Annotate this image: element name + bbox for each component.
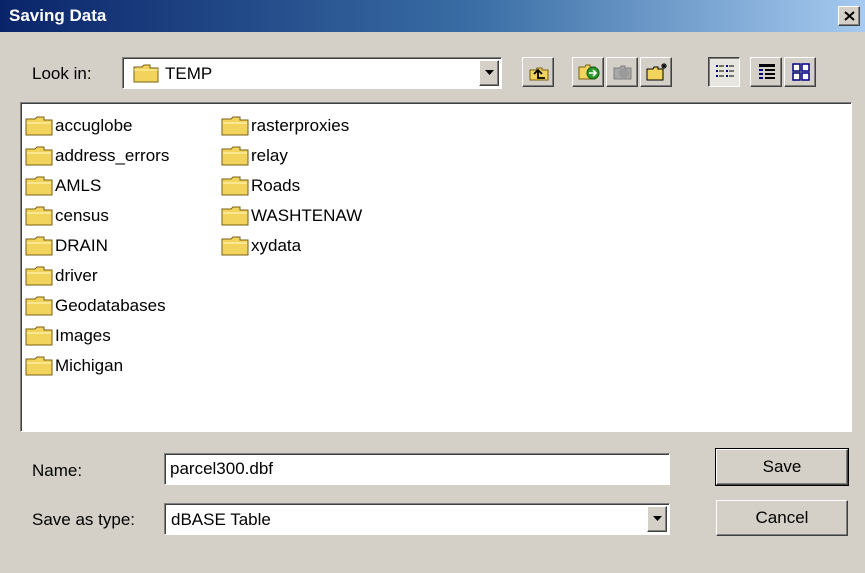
folder-item[interactable]: DRAIN bbox=[25, 231, 169, 261]
folder-item[interactable]: WASHTENAW bbox=[221, 201, 362, 231]
folder-item[interactable]: address_errors bbox=[25, 141, 169, 171]
folder-name: accuglobe bbox=[55, 116, 133, 135]
folder-icon bbox=[221, 176, 249, 196]
folder-name: rasterproxies bbox=[251, 116, 350, 135]
connect-to-folder-icon bbox=[578, 64, 600, 80]
folder-item[interactable]: xydata bbox=[221, 231, 362, 261]
folder-name: Michigan bbox=[55, 356, 124, 375]
folder-icon bbox=[25, 236, 53, 256]
disconnect-folder-button[interactable] bbox=[606, 57, 638, 87]
folder-icon bbox=[25, 356, 53, 376]
folder-name: driver bbox=[55, 266, 98, 285]
list-view-button[interactable] bbox=[708, 57, 740, 87]
look-in-value: TEMP bbox=[165, 64, 213, 83]
connect-to-folder-button[interactable] bbox=[572, 57, 604, 87]
folder-icon bbox=[221, 116, 249, 136]
folder-item[interactable]: accuglobe bbox=[25, 111, 169, 141]
folder-item[interactable]: relay bbox=[221, 141, 362, 171]
details-view-icon bbox=[759, 64, 775, 79]
disconnect-folder-icon bbox=[613, 65, 632, 80]
name-input[interactable] bbox=[168, 457, 666, 481]
folder-item[interactable]: Roads bbox=[221, 171, 362, 201]
folder-name: DRAIN bbox=[55, 236, 108, 255]
folder-icon bbox=[133, 64, 159, 83]
folder-name: address_errors bbox=[55, 146, 170, 165]
details-view-button[interactable] bbox=[750, 57, 782, 87]
look-in-dropdown[interactable]: TEMP bbox=[122, 57, 502, 89]
folder-icon bbox=[221, 146, 249, 166]
chevron-down-icon bbox=[653, 516, 662, 521]
folder-icon bbox=[25, 176, 53, 196]
thumbnails-view-icon bbox=[792, 63, 810, 81]
folder-icon bbox=[25, 296, 53, 316]
folder-item[interactable]: rasterproxies bbox=[221, 111, 362, 141]
folder-name: WASHTENAW bbox=[251, 206, 363, 225]
folder-icon bbox=[25, 146, 53, 166]
folder-name: Geodatabases bbox=[55, 296, 166, 315]
folder-icon bbox=[25, 266, 53, 286]
folder-icon bbox=[25, 326, 53, 346]
folder-icon bbox=[25, 116, 53, 136]
save-as-type-dropdown-button[interactable] bbox=[647, 506, 667, 532]
up-one-level-button[interactable] bbox=[522, 57, 554, 87]
list-view-icon bbox=[716, 65, 734, 77]
folder-icon bbox=[221, 206, 249, 226]
file-list-column-2: rasterproxies relay Roads WASHTENAW xydata bbox=[221, 111, 362, 261]
title-bar[interactable]: Saving Data bbox=[0, 0, 865, 32]
save-as-type-dropdown[interactable]: dBASE Table bbox=[164, 503, 670, 535]
file-list[interactable]: accuglobe address_errors AMLS census DRAIN dr… bbox=[20, 102, 852, 432]
window-title: Saving Data bbox=[9, 6, 107, 25]
folder-name: AMLS bbox=[55, 176, 102, 195]
save-as-type-value: dBASE Table bbox=[171, 510, 271, 529]
folder-name: census bbox=[55, 206, 109, 225]
close-button[interactable] bbox=[838, 6, 860, 26]
folder-icon bbox=[25, 206, 53, 226]
folder-name: Roads bbox=[251, 176, 301, 195]
folder-item[interactable]: AMLS bbox=[25, 171, 169, 201]
new-folder-button[interactable] bbox=[640, 57, 672, 87]
folder-item[interactable]: Michigan bbox=[25, 351, 169, 381]
cancel-button[interactable]: Cancel bbox=[716, 500, 848, 536]
look-in-dropdown-button[interactable] bbox=[479, 60, 499, 86]
save-as-type-label: Save as type: bbox=[32, 510, 136, 529]
look-in-label: Look in: bbox=[32, 64, 92, 83]
folder-item[interactable]: driver bbox=[25, 261, 169, 291]
name-field[interactable] bbox=[164, 453, 670, 485]
thumbnails-view-button[interactable] bbox=[784, 57, 816, 87]
save-button[interactable]: Save bbox=[715, 448, 849, 486]
name-label: Name: bbox=[32, 461, 83, 480]
folder-name: Images bbox=[55, 326, 111, 345]
new-folder-icon bbox=[646, 63, 667, 81]
folder-name: relay bbox=[251, 146, 288, 165]
file-list-column-1: accuglobe address_errors AMLS census DRAIN dr… bbox=[25, 111, 169, 381]
folder-icon bbox=[221, 236, 249, 256]
chevron-down-icon bbox=[485, 70, 494, 75]
folder-name: xydata bbox=[251, 236, 302, 255]
folder-item[interactable]: Geodatabases bbox=[25, 291, 169, 321]
folder-item[interactable]: census bbox=[25, 201, 169, 231]
close-icon bbox=[844, 11, 855, 21]
folder-item[interactable]: Images bbox=[25, 321, 169, 351]
up-one-level-icon bbox=[529, 67, 549, 81]
saving-data-dialog: Saving Data Look in: TEMP accuglobe addr… bbox=[0, 0, 865, 573]
